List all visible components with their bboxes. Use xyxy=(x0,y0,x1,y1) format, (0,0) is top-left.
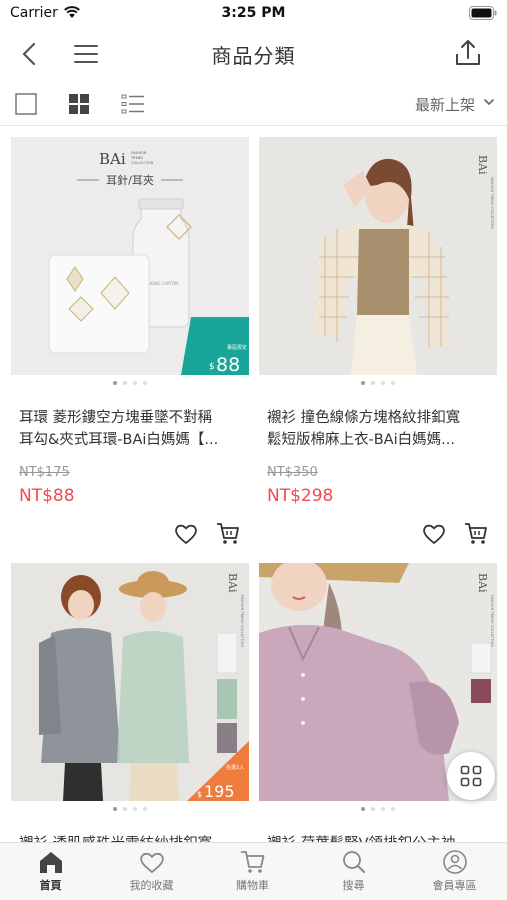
product-title[interactable]: 襯衫 荷葉鬆緊V領排釦公主袖 xyxy=(267,833,492,842)
home-icon xyxy=(39,852,62,873)
view-toolbar: 最新上架 xyxy=(0,82,507,126)
layout-toggle-button[interactable] xyxy=(447,752,495,800)
original-price: NT$350 xyxy=(267,465,318,480)
brand-logo: BAi xyxy=(476,155,489,175)
sale-price: NT$88 xyxy=(19,486,75,506)
tab-label: 會員專區 xyxy=(432,879,477,892)
svg-text:FASHION TREND COLLECTION: FASHION TREND COLLECTION xyxy=(490,595,494,647)
svg-text:COLLECTION: COLLECTION xyxy=(131,161,154,165)
svg-text:專區限定: 專區限定 xyxy=(227,344,247,351)
svg-text:FASHION TREND COLLECTION: FASHION TREND COLLECTION xyxy=(240,595,244,647)
original-price: NT$175 xyxy=(19,465,70,480)
svg-text:耳針/耳夾: 耳針/耳夾 xyxy=(106,173,154,187)
cart-icon[interactable] xyxy=(463,521,489,547)
favorite-icon[interactable] xyxy=(173,521,199,547)
chevron-down-icon[interactable] xyxy=(483,96,495,108)
svg-text:任選2入: 任選2入 xyxy=(226,764,244,771)
product-card[interactable]: BAi FASHION TREND COLLECTION 任選2入 $ 195 … xyxy=(11,563,249,842)
status-bar: Carrier 3:25 PM xyxy=(0,0,507,28)
tab-label: 我的收藏 xyxy=(129,879,174,892)
favorite-icon[interactable] xyxy=(421,521,447,547)
svg-text:FASHION TREND COLLECTION: FASHION TREND COLLECTION xyxy=(490,177,494,229)
cart-icon[interactable] xyxy=(215,521,241,547)
product-card[interactable]: BAi FASHION TREND COLLECTION 耳針/耳夾 MAKIN… xyxy=(11,137,249,557)
product-image[interactable]: BAi FASHION TREND COLLECTION 任選2入 $ 195 xyxy=(11,563,249,801)
tab-home[interactable]: 首頁 xyxy=(0,847,101,900)
tab-label: 搜尋 xyxy=(342,879,365,892)
bottom-tab-bar: 首頁 我的收藏 購物車 搜尋 會員專區 xyxy=(0,842,507,900)
svg-text:TREND: TREND xyxy=(130,156,143,160)
svg-text:FASHION: FASHION xyxy=(131,151,147,155)
tab-favorites[interactable]: 我的收藏 xyxy=(101,847,202,900)
product-image[interactable]: BAi FASHION TREND COLLECTION xyxy=(259,137,497,375)
sort-dropdown[interactable]: 最新上架 xyxy=(415,94,475,115)
tab-search[interactable]: 搜尋 xyxy=(303,847,404,900)
nav-bar: 商品分類 xyxy=(0,28,507,78)
image-pager xyxy=(11,381,249,385)
product-title[interactable]: 襯衫 撞色線條方塊格紋排釦寬 鬆短版棉麻上衣-BAi白媽媽... xyxy=(267,407,492,451)
share-icon[interactable] xyxy=(451,36,485,70)
brand-logo: BAi xyxy=(476,573,489,593)
sale-price: NT$298 xyxy=(267,486,334,506)
heart-icon xyxy=(139,852,164,873)
tab-member[interactable]: 會員專區 xyxy=(404,847,505,900)
product-card[interactable]: BAi FASHION TREND COLLECTION 襯衫 荷葉鬆緊V領排釦… xyxy=(259,563,497,842)
image-pager xyxy=(259,807,497,811)
member-icon xyxy=(442,850,467,874)
image-pager xyxy=(11,807,249,811)
tab-label: 購物車 xyxy=(236,879,269,892)
list-view-icon[interactable] xyxy=(121,93,145,115)
page-title: 商品分類 xyxy=(211,44,296,68)
grid-icon xyxy=(460,765,482,787)
product-title[interactable]: 耳環 菱形鏤空方塊垂墜不對稱 耳勾&夾式耳環-BAi白媽媽【... xyxy=(19,407,244,451)
product-grid: BAi FASHION TREND COLLECTION 耳針/耳夾 MAKIN… xyxy=(0,127,507,842)
status-time: 3:25 PM xyxy=(221,5,286,21)
battery-icon xyxy=(469,6,497,20)
svg-text:88: 88 xyxy=(216,354,240,375)
brand-logo: BAi xyxy=(99,150,126,168)
brand-logo: BAi xyxy=(226,573,239,593)
svg-text:195: 195 xyxy=(204,782,235,801)
grid-view-icon[interactable] xyxy=(68,93,90,115)
tab-cart[interactable]: 購物車 xyxy=(202,847,303,900)
single-view-icon[interactable] xyxy=(15,93,37,115)
cart-icon xyxy=(240,851,264,873)
product-image[interactable]: BAi FASHION TREND COLLECTION 耳針/耳夾 MAKIN… xyxy=(11,137,249,375)
product-title[interactable]: 襯衫 透肌感珠光雪紡紗排釦寬 xyxy=(19,833,244,842)
svg-text:$: $ xyxy=(209,362,215,372)
svg-text:$: $ xyxy=(197,790,202,799)
search-icon xyxy=(342,851,365,873)
tab-label: 首頁 xyxy=(39,879,62,892)
image-pager xyxy=(259,381,497,385)
product-card[interactable]: BAi FASHION TREND COLLECTION 襯衫 撞色線條方塊格紋… xyxy=(259,137,497,557)
